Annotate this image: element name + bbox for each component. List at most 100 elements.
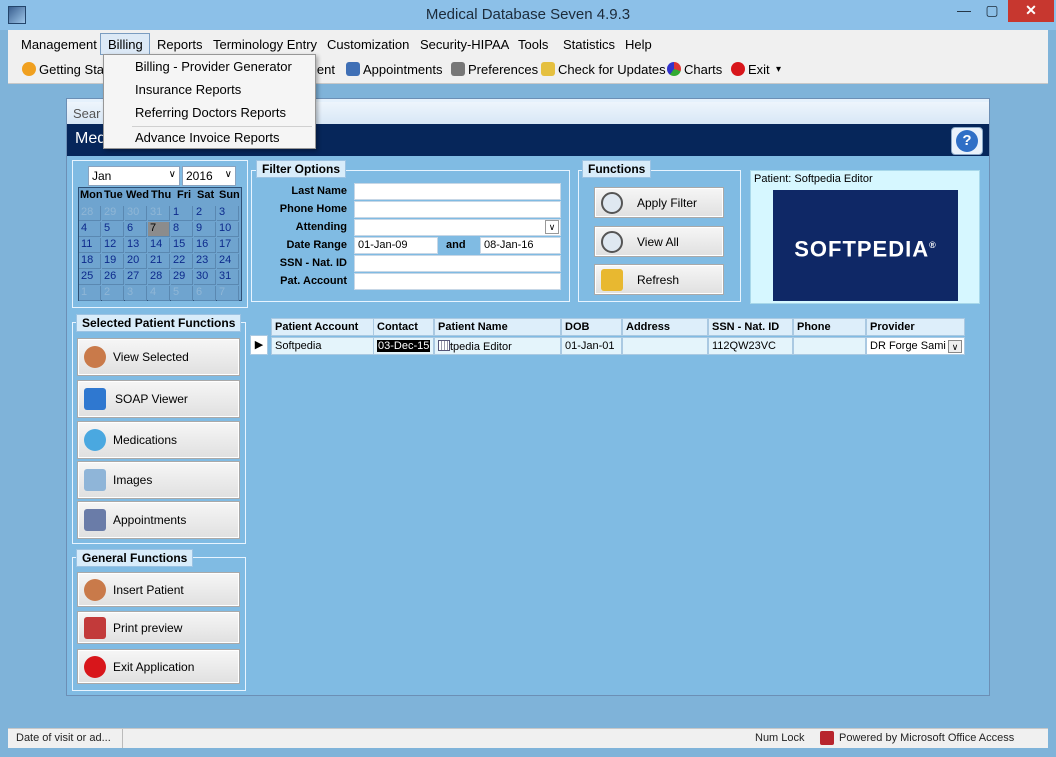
calendar-day[interactable]: 2 [194,206,216,221]
refresh-button[interactable]: Refresh [594,264,724,295]
ssn-input[interactable] [354,255,561,272]
attending-select[interactable]: ∨ [354,219,561,236]
row-selector[interactable]: ▶ [250,335,268,355]
menu-security-hipaa[interactable]: Security-HIPAA [420,37,509,52]
menu-reports[interactable]: Reports [157,37,203,52]
calendar-day[interactable]: 29 [171,270,193,285]
calendar-day[interactable]: 25 [79,270,101,285]
calendar-day[interactable]: 10 [217,222,239,237]
toolbar-patient[interactable]: ient [314,62,335,77]
calendar-day[interactable]: 8 [171,222,193,237]
calendar-day[interactable]: 27 [125,270,147,285]
col-contact[interactable]: Contact [373,318,434,336]
calendar-day[interactable]: 14 [148,238,170,253]
insert-patient-button[interactable]: Insert Patient [77,572,240,607]
maximize-button[interactable]: ▢ [978,0,1006,22]
calendar-day[interactable]: 3 [125,286,147,301]
cell-name[interactable]: tpedia Editor [434,337,561,355]
calendar-day[interactable]: 7 [148,222,170,237]
col-patient-name[interactable]: Patient Name [434,318,561,336]
month-select[interactable]: Jan ∨ [88,166,180,186]
help-button[interactable]: ? [951,127,983,155]
calendar-day[interactable]: 5 [171,286,193,301]
print-preview-button[interactable]: Print preview [77,611,240,644]
calendar-day[interactable]: 31 [217,270,239,285]
calendar-day[interactable]: 31 [148,206,170,221]
menu-terminology-entry[interactable]: Terminology Entry [213,37,317,52]
calendar-day[interactable]: 6 [194,286,216,301]
year-select[interactable]: 2016 ∨ [182,166,236,186]
calendar-day[interactable]: 6 [125,222,147,237]
toolbar-preferences[interactable]: Preferences [451,62,538,77]
calendar-day[interactable]: 16 [194,238,216,253]
view-all-button[interactable]: View All [594,226,724,257]
cell-contact[interactable]: 03-Dec-15 [373,337,434,355]
calendar-day[interactable]: 4 [79,222,101,237]
app-icon[interactable] [8,6,26,24]
menu-insurance-reports[interactable]: Insurance Reports [135,82,241,97]
menu-advance-invoice-reports[interactable]: Advance Invoice Reports [135,130,280,145]
calendar-day[interactable]: 30 [125,206,147,221]
calendar-day[interactable]: 2 [102,286,124,301]
calendar-day[interactable]: 18 [79,254,101,269]
calendar-day[interactable]: 4 [148,286,170,301]
cell-phone[interactable] [793,337,866,355]
col-ssn[interactable]: SSN - Nat. ID [708,318,793,336]
calendar-day[interactable]: 21 [148,254,170,269]
close-button[interactable]: ✕ [1008,0,1054,22]
col-phone[interactable]: Phone [793,318,866,336]
toolbar-charts[interactable]: Charts [667,62,722,77]
phone-home-input[interactable] [354,201,561,218]
col-dob[interactable]: DOB [561,318,622,336]
col-provider[interactable]: Provider [866,318,965,336]
menu-referring-doctors-reports[interactable]: Referring Doctors Reports [135,105,286,120]
calendar-day[interactable]: 13 [125,238,147,253]
soap-viewer-button[interactable]: SOAP Viewer [77,380,240,418]
calendar-day[interactable]: 22 [171,254,193,269]
exit-application-button[interactable]: Exit Application [77,649,240,684]
calendar-day[interactable]: 20 [125,254,147,269]
calendar-day[interactable]: 1 [79,286,101,301]
calendar-day[interactable]: 11 [79,238,101,253]
calendar-day[interactable]: 9 [194,222,216,237]
calendar-day[interactable]: 12 [102,238,124,253]
toolbar-overflow[interactable]: ▾ [776,64,781,75]
calendar-day[interactable]: 19 [102,254,124,269]
appointments-button[interactable]: Appointments [77,501,240,539]
toolbar-appointments[interactable]: Appointments [346,62,443,77]
calendar-day[interactable]: 23 [194,254,216,269]
date-from-input[interactable]: 01-Jan-09 [354,237,438,254]
calendar-day[interactable]: 26 [102,270,124,285]
col-patient-account[interactable]: Patient Account [271,318,374,336]
calendar-day[interactable]: 5 [102,222,124,237]
calendar-day[interactable]: 17 [217,238,239,253]
menu-help[interactable]: Help [625,37,652,52]
apply-filter-button[interactable]: Apply Filter [594,187,724,218]
toolbar-getting-started[interactable]: Getting Star [22,62,108,77]
pat-account-input[interactable] [354,273,561,290]
last-name-input[interactable] [354,183,561,200]
menu-billing[interactable]: Billing [108,37,143,52]
medications-button[interactable]: Medications [77,421,240,459]
cell-ssn[interactable]: 112QW23VC [708,337,793,355]
images-button[interactable]: Images [77,461,240,499]
minimize-button[interactable]: — [950,0,978,22]
toolbar-check-updates[interactable]: Check for Updates [541,62,666,77]
cell-account[interactable]: Softpedia [271,337,374,355]
cell-address[interactable] [622,337,708,355]
calendar-day[interactable]: 1 [171,206,193,221]
menu-statistics[interactable]: Statistics [563,37,615,52]
calendar-day[interactable]: 30 [194,270,216,285]
col-address[interactable]: Address [622,318,708,336]
toolbar-exit[interactable]: Exit [731,62,770,77]
calendar-day[interactable]: 15 [171,238,193,253]
calendar-day[interactable]: 7 [217,286,239,301]
menu-billing-provider-generator[interactable]: Billing - Provider Generator [135,59,292,74]
calendar-day[interactable]: 28 [79,206,101,221]
calendar-day[interactable]: 3 [217,206,239,221]
menu-management[interactable]: Management [21,37,97,52]
chevron-down-icon[interactable]: ∨ [948,340,962,353]
view-selected-button[interactable]: View Selected [77,338,240,376]
cell-provider[interactable]: DR Forge Sami ∨ [866,337,965,355]
calendar-day[interactable]: 29 [102,206,124,221]
